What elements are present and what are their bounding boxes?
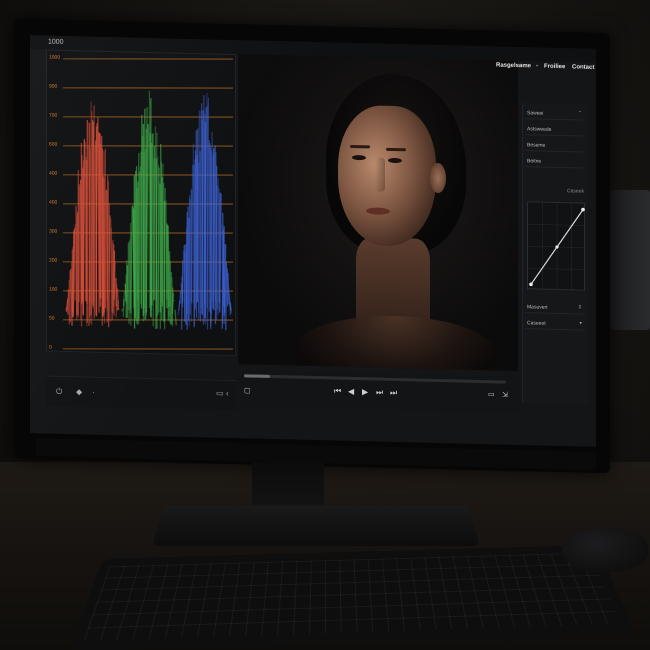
scope-graph: 1000 900 700 600 400 400 300 200 100 50 0: [49, 55, 234, 351]
timeline-progress: [244, 374, 271, 378]
timeline-scrubber[interactable]: [244, 374, 506, 384]
portrait-left-brow: [350, 144, 370, 149]
panel-row-bottom-0[interactable]: Masuvert ⇕: [525, 301, 585, 315]
top-tabs: Rasgelsame • Froiliee Contact: [496, 60, 596, 76]
monitor-screen: 1000 1000 900 700 600 400 400 300 200 100 50 0 Ras…: [30, 35, 596, 447]
scope-tick-label: 300: [49, 229, 58, 235]
portrait-nose: [375, 157, 385, 192]
scope-tick-label: 50: [49, 316, 55, 322]
tab-separator: •: [536, 63, 539, 70]
crop-icon[interactable]: ▢: [244, 386, 251, 394]
scope-tick-label: 100: [49, 287, 58, 293]
curve-graph: [528, 202, 586, 292]
panel-row-label: Beseme: [527, 142, 546, 149]
portrait-left-eye: [352, 154, 366, 161]
scope-tick-label: 400: [49, 200, 58, 206]
panel-row-label: Masuvert: [527, 304, 548, 311]
panel-row-label: Saweei: [527, 110, 544, 117]
play-icon[interactable]: ▶: [362, 387, 368, 396]
panel-row-label: Beitne: [527, 158, 542, 165]
panel-row-label: Caseeet: [527, 320, 546, 327]
step-forward-icon[interactable]: ⏭: [376, 388, 383, 398]
stepper-icon[interactable]: ⇕: [578, 304, 582, 310]
portrait-right-eye: [388, 157, 402, 164]
tab-second[interactable]: Froiliee: [544, 64, 565, 71]
scope-top-label: 1000: [48, 38, 64, 46]
scope-tick-label: 700: [49, 113, 58, 119]
scope-tick-label: 200: [49, 258, 58, 264]
step-back-icon[interactable]: ◀: [348, 387, 354, 396]
green-channel-trace: [121, 90, 177, 330]
scope-tick-label: 0: [49, 345, 52, 351]
rgb-parade-scope[interactable]: 1000 900 700 600 400 400 300 200 100 50 0: [46, 49, 236, 357]
export-icon[interactable]: ⇲: [502, 391, 508, 399]
red-channel-trace: [65, 101, 120, 328]
computer-mouse[interactable]: [562, 528, 648, 572]
dot-icon: ·: [92, 387, 95, 397]
monitor-stand-base: [152, 505, 480, 547]
panel-row-2[interactable]: Beseme: [525, 139, 585, 153]
scope-gridline: [62, 87, 234, 89]
aspect-icon[interactable]: ▭: [216, 389, 224, 398]
portrait-face: [338, 104, 436, 248]
tab-first[interactable]: Rasgelsame: [496, 62, 531, 69]
chevron-up-icon[interactable]: ⌃: [578, 110, 582, 116]
scope-footer: ⏻ ◆ · ▭ ‹: [46, 375, 236, 411]
keyboard-keys: [83, 552, 621, 642]
panel-row-0[interactable]: Saweei ⌃: [525, 107, 585, 121]
tab-third[interactable]: Contact: [572, 64, 594, 71]
panel-row-3[interactable]: Beitne: [525, 155, 585, 169]
keyboard[interactable]: [69, 544, 636, 650]
background-window: [610, 190, 650, 330]
scope-tick-label: 900: [49, 84, 58, 90]
tag-icon[interactable]: ◆: [76, 387, 82, 396]
portrait-ear: [430, 162, 446, 194]
panel-row-bottom-1[interactable]: Caseeet ▾: [525, 317, 585, 331]
curves-editor[interactable]: [527, 201, 586, 292]
grading-side-panel: Saweei ⌃ Astsweede Beseme Beitne Caseek: [522, 103, 588, 405]
scope-gridline: [62, 348, 234, 350]
scope-tick-label: 600: [49, 142, 58, 148]
scope-tick-label: 1000: [49, 55, 60, 61]
panel-row-1[interactable]: Astsweede: [525, 123, 585, 137]
playback-controls: ▢ ⏮ ◀ ▶ ⏭ ⏭ ▭ ⇲: [238, 370, 520, 414]
scope-tick-label: 400: [49, 171, 58, 177]
blue-channel-trace: [177, 92, 232, 331]
skip-end-icon[interactable]: ⏭: [390, 388, 397, 398]
skip-start-icon[interactable]: ⏮: [334, 387, 341, 397]
chevron-down-icon[interactable]: ▾: [579, 321, 582, 327]
scope-gridline: [62, 58, 234, 60]
chevron-left-icon[interactable]: ‹: [226, 389, 229, 398]
monitor-icon[interactable]: ▭: [488, 390, 495, 398]
video-viewer[interactable]: [238, 54, 518, 372]
panel-row-label: Astsweede: [527, 126, 552, 133]
portrait-right-brow: [386, 147, 406, 152]
curves-label: Caseek: [567, 188, 584, 195]
power-icon[interactable]: ⏻: [56, 387, 62, 397]
